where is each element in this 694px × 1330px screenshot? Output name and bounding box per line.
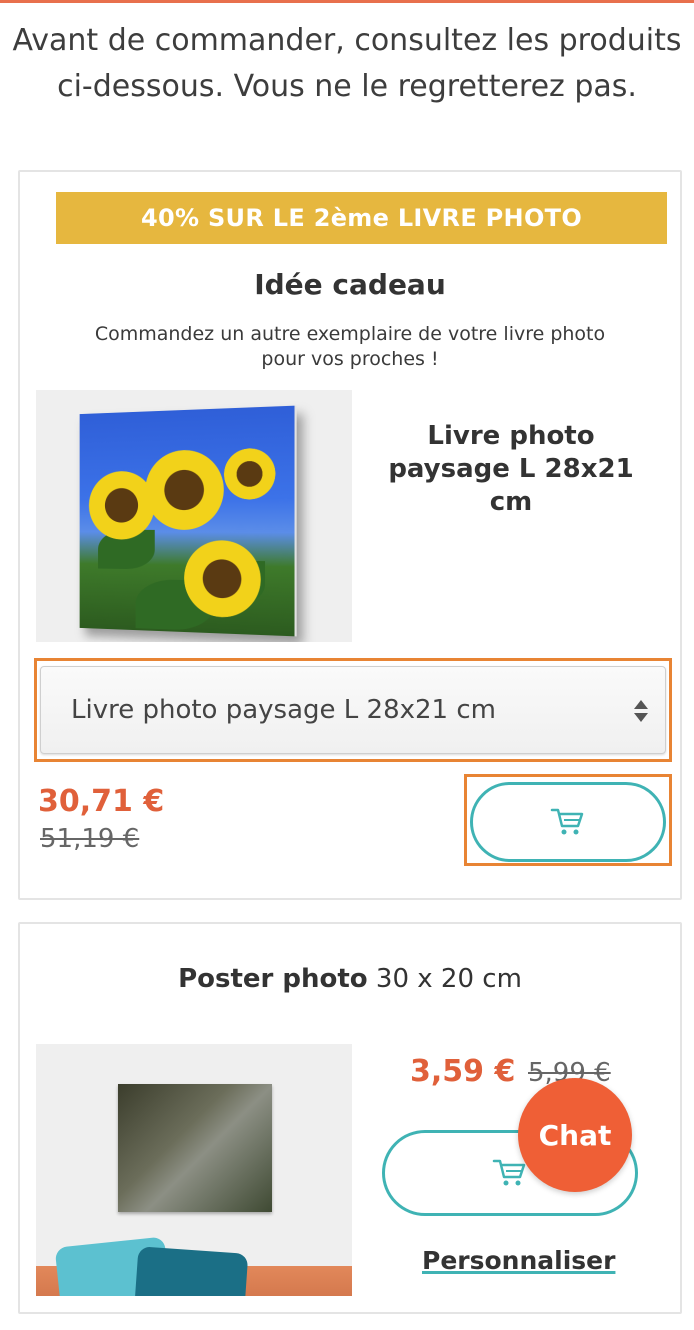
product-name-line-1: Livre photo	[427, 421, 595, 451]
current-price: 3,59 €	[410, 1054, 516, 1089]
product-format-select[interactable]: Livre photo paysage L 28x21 cm	[40, 666, 666, 754]
cart-icon	[550, 808, 584, 835]
intro-line-1: Avant de commander, consultez les produi…	[12, 23, 682, 58]
add-to-cart-button[interactable]	[470, 782, 666, 862]
current-price: 30,71 €	[38, 784, 165, 819]
poster-title-bold: Poster photo	[178, 964, 368, 994]
card-title: Idée cadeau	[254, 268, 446, 301]
offer-card-photo-book: 40% SUR LE 2ème LIVRE PHOTO Idée cadeau …	[18, 170, 682, 900]
product-name-line-2: paysage L 28x21	[388, 454, 634, 484]
poster-title-size: 30 x 20 cm	[367, 964, 522, 994]
poster-artwork	[118, 1084, 272, 1212]
intro-text: Avant de commander, consultez les produi…	[0, 18, 694, 110]
product-name: Livre photo paysage L 28x21 cm	[386, 420, 636, 519]
intro-line-2: ci-dessous. Vous ne le regretterez pas.	[57, 69, 637, 104]
cart-icon	[492, 1159, 526, 1186]
poster-title: Poster photo 30 x 20 cm	[20, 964, 680, 994]
top-divider	[0, 0, 694, 3]
product-name-line-3: cm	[489, 487, 533, 517]
poster-image	[36, 1044, 352, 1296]
promo-banner: 40% SUR LE 2ème LIVRE PHOTO	[56, 192, 667, 244]
card-description-line-2: pour vos proches !	[261, 348, 439, 370]
cushion-shape	[133, 1246, 249, 1296]
product-format-select-value: Livre photo paysage L 28x21 cm	[71, 695, 496, 725]
photo-book-cover	[79, 405, 297, 637]
chat-button[interactable]: Chat	[518, 1078, 632, 1192]
select-arrows-icon	[633, 693, 649, 729]
customize-link[interactable]: Personnaliser	[422, 1246, 615, 1275]
card-description: Commandez un autre exemplaire de votre l…	[60, 322, 640, 372]
old-price: 51,19 €	[40, 824, 140, 854]
card-description-line-1: Commandez un autre exemplaire de votre l…	[94, 323, 606, 345]
photo-book-image	[36, 390, 352, 642]
